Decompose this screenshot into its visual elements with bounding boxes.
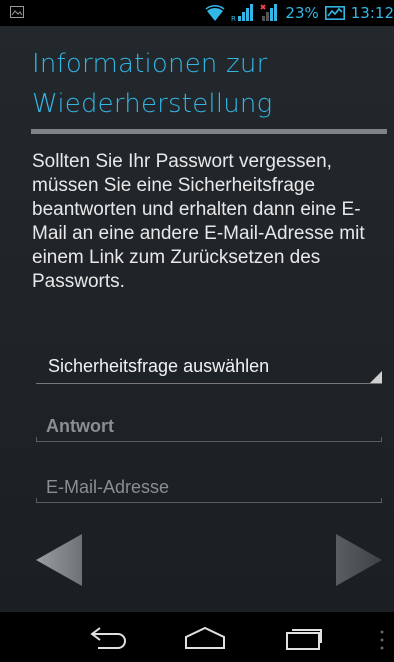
back-arrow-icon[interactable]	[36, 534, 84, 586]
description-text: Sollten Sie Ihr Passwort vergessen, müss…	[32, 151, 365, 292]
battery-percent: 23%	[285, 4, 319, 22]
status-icons: R 23% 13:12	[205, 3, 394, 23]
wifi-icon	[205, 5, 225, 21]
image-icon	[10, 6, 24, 18]
email-underline	[36, 502, 382, 503]
system-home-button[interactable]	[180, 622, 230, 654]
page-title: Informationen zur Wiederherstellung	[32, 44, 382, 124]
signal-icon: R	[231, 4, 254, 22]
email-tick-right	[381, 498, 382, 503]
email-input[interactable]	[36, 473, 382, 501]
system-back-button[interactable]	[85, 622, 135, 654]
recent-apps-icon	[286, 629, 322, 650]
email-tick-left	[36, 498, 37, 503]
answer-tick-left	[36, 437, 37, 442]
no-signal-icon	[260, 4, 278, 21]
back-icon	[90, 627, 126, 649]
clock: 13:12	[350, 4, 394, 22]
svg-text:R: R	[231, 15, 236, 22]
status-bar: R 23% 13:12	[0, 0, 394, 26]
menu-icon[interactable]	[379, 628, 385, 652]
system-recent-apps-button[interactable]	[278, 622, 328, 654]
answer-tick-right	[381, 437, 382, 442]
email-field-wrapper	[36, 473, 382, 503]
page-title-line-2: Wiederherstellung	[32, 89, 273, 119]
screen: R 23% 13:12 Informationen zur Wiederhers…	[0, 0, 394, 662]
page-title-line-1: Informationen zur	[32, 49, 268, 79]
security-question-spinner[interactable]: Sicherheitsfrage auswählen	[36, 350, 382, 384]
title-divider	[31, 129, 387, 134]
spinner-underline	[36, 383, 382, 384]
security-question-label: Sicherheitsfrage auswählen	[48, 356, 270, 376]
dropdown-arrow-icon	[370, 371, 382, 383]
answer-underline	[36, 441, 382, 442]
battery-icon	[324, 6, 345, 20]
answer-input[interactable]	[36, 412, 382, 440]
answer-field-wrapper	[36, 412, 382, 442]
next-arrow-icon[interactable]	[334, 534, 382, 586]
home-icon	[185, 626, 225, 649]
